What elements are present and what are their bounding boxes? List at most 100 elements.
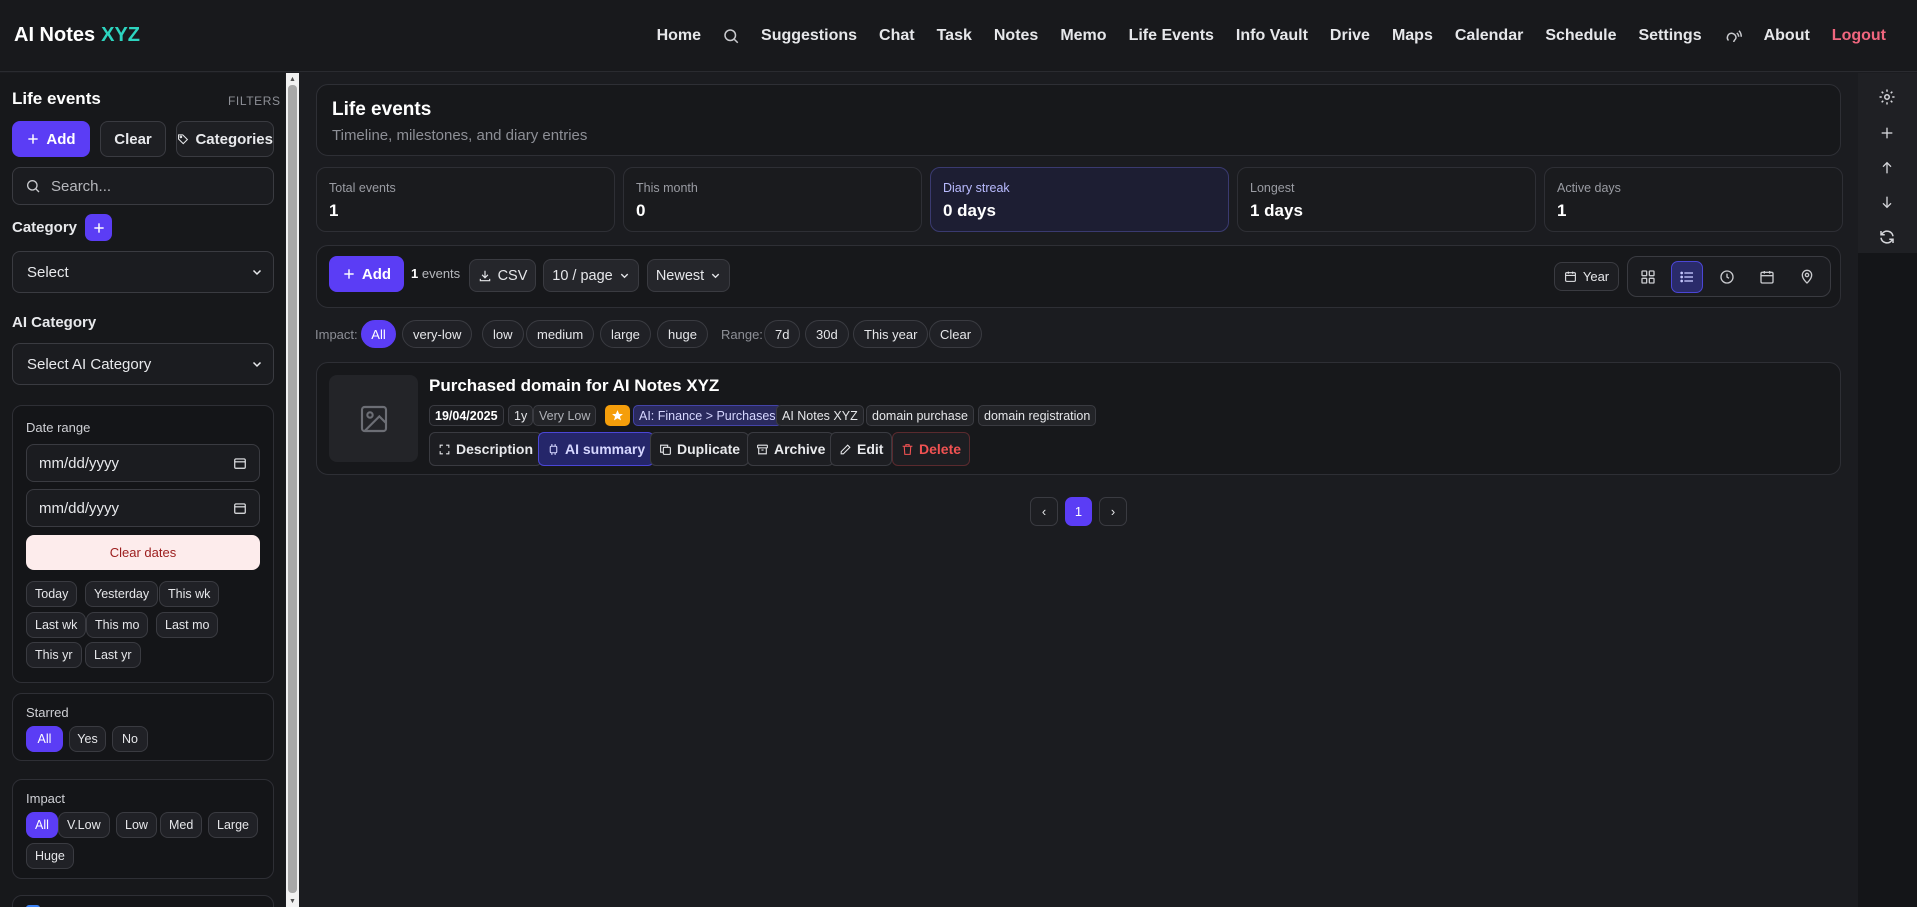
starred-no[interactable]: No bbox=[112, 726, 148, 752]
add-category-button[interactable] bbox=[85, 214, 112, 241]
scrollbar-thumb[interactable] bbox=[288, 85, 297, 893]
scroll-up-arrow-icon[interactable]: ▲ bbox=[286, 73, 299, 85]
refresh-icon[interactable] bbox=[1876, 226, 1898, 248]
event-tag[interactable]: domain registration bbox=[978, 405, 1097, 426]
range-pill-this-year[interactable]: This year bbox=[853, 320, 929, 348]
nav-notes[interactable]: Notes bbox=[983, 0, 1049, 72]
description-button[interactable]: Description bbox=[429, 432, 543, 466]
category-select[interactable]: Select bbox=[12, 251, 274, 293]
nav-schedule[interactable]: Schedule bbox=[1534, 0, 1627, 72]
brand-logo[interactable]: AI Notes XYZ bbox=[14, 24, 140, 47]
page-header: Life events Timeline, milestones, and di… bbox=[316, 84, 1841, 156]
impact-pill-all[interactable]: All bbox=[361, 320, 396, 348]
sort-select[interactable]: Newest bbox=[647, 259, 730, 292]
impact-pill-large[interactable]: large bbox=[600, 320, 651, 348]
date-range-title: Date range bbox=[26, 420, 91, 435]
nav-suggestions[interactable]: Suggestions bbox=[750, 0, 868, 72]
arrow-up-icon[interactable] bbox=[1876, 157, 1898, 179]
impact-pill-very-low[interactable]: very-low bbox=[402, 320, 473, 348]
nav-logout[interactable]: Logout bbox=[1821, 0, 1897, 72]
star-icon[interactable] bbox=[605, 405, 630, 426]
chevron-down-icon bbox=[711, 273, 720, 279]
duplicate-label: Duplicate bbox=[677, 441, 741, 457]
event-ai-category: AI: Finance > Purchases bbox=[633, 405, 782, 426]
impact-pill-low[interactable]: low bbox=[482, 320, 524, 348]
range-pill-7d[interactable]: 7d bbox=[764, 320, 801, 348]
per-page-select[interactable]: 10 / page bbox=[543, 259, 639, 292]
year-button[interactable]: Year bbox=[1554, 262, 1619, 291]
event-tag[interactable]: AI Notes XYZ bbox=[776, 405, 864, 426]
image-placeholder-icon[interactable] bbox=[329, 375, 418, 462]
categories-label: Categories bbox=[195, 130, 273, 148]
starred-all[interactable]: All bbox=[26, 726, 63, 752]
arrow-down-icon[interactable] bbox=[1876, 191, 1898, 213]
nav-calendar[interactable]: Calendar bbox=[1444, 0, 1534, 72]
pagination-page[interactable]: 1 bbox=[1065, 497, 1092, 526]
ai-summary-button[interactable]: AI summary bbox=[538, 432, 655, 466]
sidebar-clear-button[interactable]: Clear bbox=[100, 121, 166, 157]
impact-huge[interactable]: Huge bbox=[26, 843, 74, 869]
voice-icon[interactable] bbox=[1713, 0, 1753, 72]
list-view-icon[interactable] bbox=[1671, 261, 1703, 293]
search-icon[interactable] bbox=[712, 0, 750, 72]
quick-last-month[interactable]: Last mo bbox=[156, 612, 219, 638]
range-pill-clear[interactable]: Clear bbox=[929, 320, 983, 348]
impact-medium[interactable]: Med bbox=[160, 812, 203, 838]
plus-icon[interactable] bbox=[1876, 122, 1898, 144]
impact-large[interactable]: Large bbox=[208, 812, 258, 838]
event-card[interactable]: Purchased domain for AI Notes XYZ 19/04/… bbox=[316, 362, 1841, 475]
quick-this-week[interactable]: This wk bbox=[159, 581, 220, 607]
nav-settings[interactable]: Settings bbox=[1627, 0, 1712, 72]
stat-total-events: Total events 1 bbox=[316, 167, 615, 232]
impact-all[interactable]: All bbox=[26, 812, 58, 838]
nav-drive[interactable]: Drive bbox=[1319, 0, 1381, 72]
impact-very-low[interactable]: V.Low bbox=[58, 812, 110, 838]
pagination-next[interactable]: › bbox=[1099, 497, 1127, 526]
timeline-view-icon[interactable] bbox=[1711, 261, 1743, 293]
quick-last-week[interactable]: Last wk bbox=[26, 612, 87, 638]
nav-task[interactable]: Task bbox=[926, 0, 983, 72]
range-pill-30d[interactable]: 30d bbox=[805, 320, 849, 348]
export-csv-button[interactable]: CSV bbox=[469, 259, 536, 292]
quick-last-year[interactable]: Last yr bbox=[85, 642, 141, 668]
rail-actions bbox=[1858, 73, 1917, 253]
impact-low[interactable]: Low bbox=[116, 812, 157, 838]
nav-maps[interactable]: Maps bbox=[1381, 0, 1444, 72]
add-event-button[interactable]: Add bbox=[329, 256, 404, 292]
duplicate-button[interactable]: Duplicate bbox=[650, 432, 750, 466]
quick-today[interactable]: Today bbox=[26, 581, 78, 607]
clear-dates-button[interactable]: Clear dates bbox=[26, 535, 260, 570]
nav-chat[interactable]: Chat bbox=[868, 0, 926, 72]
categories-button[interactable]: Categories bbox=[176, 121, 274, 157]
pagination-prev[interactable]: ‹ bbox=[1030, 497, 1058, 526]
nav-info-vault[interactable]: Info Vault bbox=[1225, 0, 1319, 72]
grid-view-icon[interactable] bbox=[1632, 261, 1664, 293]
nav-life-events[interactable]: Life Events bbox=[1118, 0, 1225, 72]
edit-button[interactable]: Edit bbox=[830, 432, 893, 466]
sidebar-scrollbar[interactable]: ▲ ▼ bbox=[286, 73, 299, 907]
filters-sidebar: Life events FILTERS Add Clear Categories… bbox=[0, 73, 285, 907]
quick-this-year[interactable]: This yr bbox=[26, 642, 82, 668]
ai-category-select[interactable]: Select AI Category bbox=[12, 343, 274, 385]
date-to-input[interactable]: mm/dd/yyyy bbox=[26, 489, 260, 527]
impact-pill-huge[interactable]: huge bbox=[657, 320, 708, 348]
quick-this-month[interactable]: This mo bbox=[86, 612, 149, 638]
search-input[interactable] bbox=[51, 177, 261, 195]
scroll-down-arrow-icon[interactable]: ▼ bbox=[286, 895, 299, 907]
impact-pill-medium[interactable]: medium bbox=[526, 320, 595, 348]
event-title[interactable]: Purchased domain for AI Notes XYZ bbox=[429, 376, 719, 396]
date-from-input[interactable]: mm/dd/yyyy bbox=[26, 444, 260, 482]
map-view-icon[interactable] bbox=[1791, 261, 1823, 293]
event-tag[interactable]: domain purchase bbox=[866, 405, 974, 426]
delete-button[interactable]: Delete bbox=[892, 432, 971, 466]
archive-button[interactable]: Archive bbox=[747, 432, 835, 466]
nav-home[interactable]: Home bbox=[646, 0, 712, 72]
quick-yesterday[interactable]: Yesterday bbox=[85, 581, 159, 607]
sidebar-add-button[interactable]: Add bbox=[12, 121, 90, 157]
settings-gear-icon[interactable] bbox=[1876, 86, 1898, 108]
starred-yes[interactable]: Yes bbox=[69, 726, 106, 752]
nav-about[interactable]: About bbox=[1753, 0, 1821, 72]
calendar-icon bbox=[1564, 271, 1576, 282]
calendar-view-icon[interactable] bbox=[1751, 261, 1783, 293]
nav-memo[interactable]: Memo bbox=[1049, 0, 1117, 72]
